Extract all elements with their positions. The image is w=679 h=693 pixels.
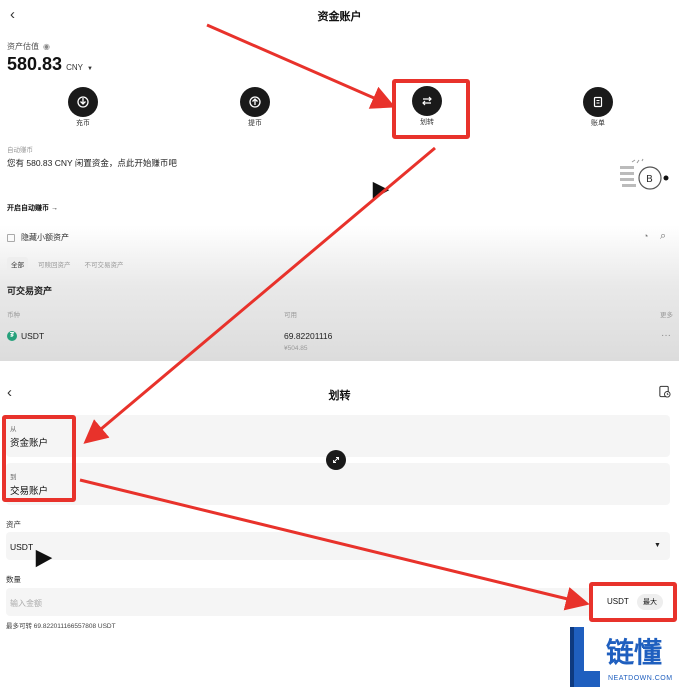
- logo-l-icon: [570, 627, 600, 687]
- asset-label: 资产: [6, 520, 21, 529]
- balance-row: 580.83 CNY ▼: [7, 54, 93, 75]
- available-amount-text: 最多可转 69.8220111665578​08 USDT: [6, 623, 116, 630]
- more-dots-icon[interactable]: ···: [661, 330, 671, 341]
- annotation-box-transfer: [392, 79, 470, 139]
- asset-amount: 69.82201116: [284, 331, 333, 341]
- usdt-coin-icon: ₮: [7, 331, 17, 341]
- asset-select[interactable]: [6, 532, 670, 560]
- promo-caption: 自动赚币: [7, 147, 33, 154]
- withdraw-icon: [240, 87, 270, 117]
- svg-text:B: B: [646, 174, 653, 185]
- clock-icon[interactable]: ◔: [643, 231, 648, 241]
- amount-unit: USDT: [607, 597, 629, 606]
- watermark-en: NEATDOWN.COM: [608, 675, 673, 682]
- fade-overlay: [0, 225, 679, 361]
- section-title: 可交易资产: [7, 286, 53, 296]
- watermark-logo: 链懂 NEATDOWN.COM: [560, 623, 679, 693]
- swap-icon: [333, 457, 339, 463]
- swap-direction-button[interactable]: [326, 450, 346, 470]
- hide-small-label: 隐藏小额资产: [21, 233, 69, 242]
- eye-icon[interactable]: ◉: [43, 42, 50, 51]
- annotation-box-accounts: [2, 415, 76, 502]
- table-row[interactable]: ₮ USDT: [7, 331, 44, 341]
- promo-text[interactable]: 您有 580.83 CNY 闲置资金，点此开始赚币吧: [7, 157, 177, 169]
- column-header-coin: 币种: [7, 312, 20, 319]
- auto-earn-link[interactable]: 开启自动赚币 →: [7, 203, 58, 213]
- assets-label-row: 资产估值 ◉: [7, 41, 50, 52]
- hide-small-assets-row[interactable]: 隐藏小额资产: [7, 232, 69, 243]
- amount-input[interactable]: [6, 588, 594, 616]
- bill-button[interactable]: [583, 87, 613, 117]
- transfer-title: 划转: [328, 390, 351, 402]
- deposit-button[interactable]: [68, 87, 98, 117]
- filter-redeemable[interactable]: 可赎回资产: [34, 257, 75, 271]
- dropdown-caret-icon[interactable]: ▼: [654, 542, 661, 549]
- asset-name: USDT: [21, 331, 45, 341]
- amount-label: 数量: [6, 575, 21, 584]
- assets-label: 资产估值: [7, 42, 39, 51]
- filter-all[interactable]: 全部: [7, 257, 28, 271]
- deposit-label: 充币: [76, 120, 90, 127]
- column-header-more: 更多: [660, 312, 673, 319]
- coin-illustration-icon: B: [618, 158, 670, 192]
- filter-chips: 全部 可赎回资产 不可交易资产: [7, 257, 128, 271]
- max-button[interactable]: 最大: [637, 594, 663, 610]
- history-record-icon[interactable]: [658, 385, 671, 403]
- funding-account-panel: ‹ 资金账户 资产估值 ◉ 580.83 CNY ▼ 充币 提币 划转 账单 自…: [0, 0, 679, 361]
- search-icon[interactable]: ⌕: [660, 230, 666, 243]
- cursor-pointer-icon: [370, 180, 392, 207]
- deposit-icon: [68, 87, 98, 117]
- page-title: 资金账户: [317, 11, 362, 23]
- amount-placeholder: 输入金额: [10, 599, 42, 608]
- column-header-available: 可用: [284, 312, 297, 319]
- withdraw-label: 提币: [248, 120, 262, 127]
- cursor-pointer-icon: [33, 548, 55, 575]
- bill-label: 账单: [591, 120, 605, 127]
- balance-value: 580.83: [7, 54, 63, 74]
- annotation-box-max: [589, 582, 677, 622]
- hide-small-checkbox[interactable]: [7, 233, 15, 242]
- currency-selector[interactable]: CNY: [66, 63, 83, 72]
- caret-down-icon[interactable]: ▼: [87, 66, 93, 72]
- asset-fiat: ¥504.85: [284, 345, 308, 352]
- bill-icon: [583, 87, 613, 117]
- filter-non-tradable[interactable]: 不可交易资产: [81, 257, 128, 271]
- watermark-cn: 链懂: [606, 636, 663, 669]
- withdraw-button[interactable]: [240, 87, 270, 117]
- asset-select-value: USDT: [10, 542, 34, 552]
